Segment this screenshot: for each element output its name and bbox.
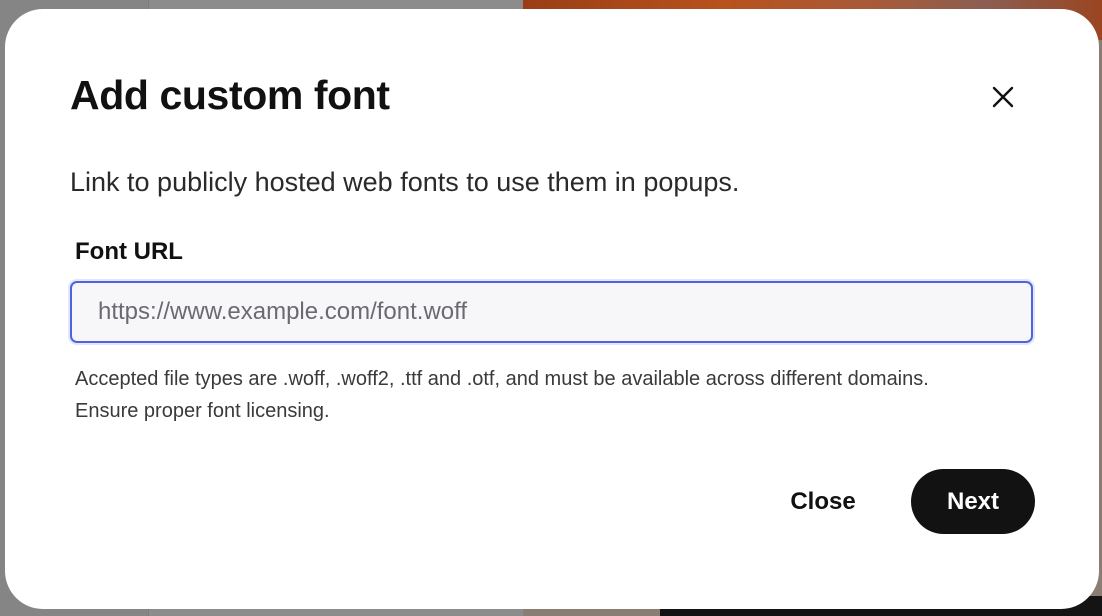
dialog-title: Add custom font <box>70 72 390 118</box>
close-button[interactable]: Close <box>775 477 871 527</box>
next-button[interactable]: Next <box>911 469 1035 534</box>
close-icon <box>992 86 1014 108</box>
font-url-help-text: Accepted file types are .woff, .woff2, .… <box>75 368 929 422</box>
font-url-input[interactable] <box>70 281 1033 343</box>
close-dialog-button[interactable] <box>983 77 1023 117</box>
dialog-description: Link to publicly hosted web fonts to use… <box>70 167 740 197</box>
font-url-label: Font URL <box>75 238 183 265</box>
add-custom-font-dialog: Add custom font Link to publicly hosted … <box>5 9 1099 609</box>
